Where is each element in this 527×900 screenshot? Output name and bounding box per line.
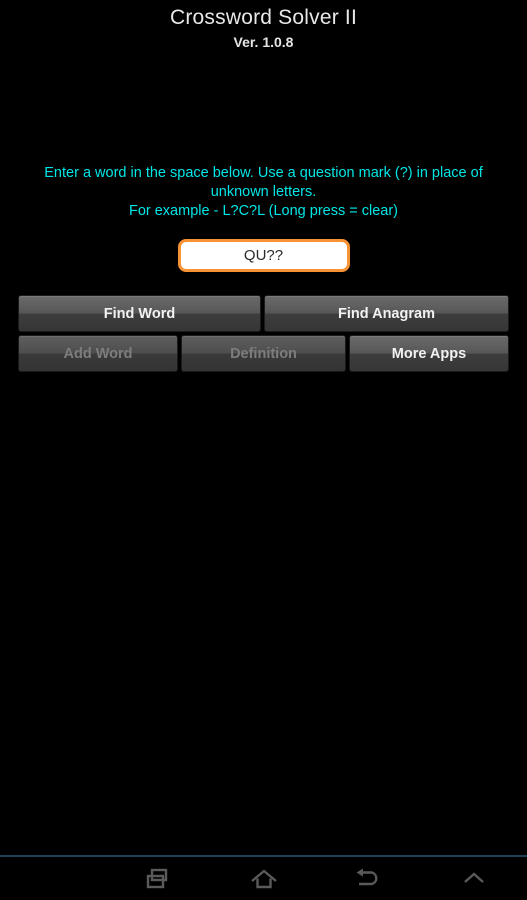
home-button[interactable] (211, 857, 316, 900)
definition-button: Definition (181, 335, 346, 372)
find-anagram-button[interactable]: Find Anagram (264, 295, 509, 332)
button-grid: Find Word Find Anagram Add Word Definiti… (18, 295, 509, 375)
word-input[interactable] (177, 239, 350, 272)
button-row-secondary: Add Word Definition More Apps (18, 335, 509, 372)
android-navigation-bar (0, 857, 527, 900)
chevron-up-icon (459, 866, 489, 892)
word-input-row (0, 239, 527, 272)
instructions-line-2: For example - L?C?L (Long press = clear) (128, 203, 399, 219)
home-icon (249, 866, 279, 892)
app-screen: Crossword Solver II Ver. 1.0.8 Enter a w… (0, 0, 527, 855)
expand-button[interactable] (422, 857, 527, 900)
back-icon (354, 866, 384, 892)
app-version-label: Ver. 1.0.8 (233, 34, 294, 50)
header: Crossword Solver II Ver. 1.0.8 (0, 0, 527, 51)
recents-icon (143, 866, 173, 892)
find-word-button[interactable]: Find Word (18, 295, 261, 332)
instructions-line-1: Enter a word in the space below. Use a q… (44, 165, 483, 200)
nav-spacer-left (0, 857, 105, 900)
page-title: Crossword Solver II (169, 6, 358, 29)
recents-button[interactable] (105, 857, 210, 900)
back-button[interactable] (316, 857, 421, 900)
instructions-text: Enter a word in the space below. Use a q… (0, 164, 527, 221)
more-apps-button[interactable]: More Apps (349, 335, 509, 372)
add-word-button: Add Word (18, 335, 178, 372)
button-row-primary: Find Word Find Anagram (18, 295, 509, 332)
